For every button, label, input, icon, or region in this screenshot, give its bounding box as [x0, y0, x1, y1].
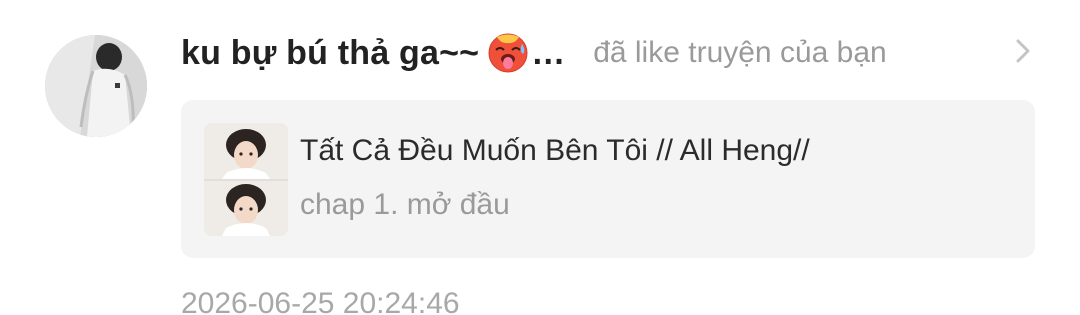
- story-card[interactable]: Tất Cả Đều Muốn Bên Tôi // All Heng// ch…: [181, 100, 1035, 258]
- username-ellipsis: …: [531, 33, 566, 72]
- username[interactable]: ku bự bú thả ga~~: [181, 34, 479, 73]
- notification-action-text: đã like truyện của bạn: [593, 36, 887, 69]
- chevron-right-icon[interactable]: [1008, 36, 1038, 66]
- hot-face-emoji-icon: [487, 32, 529, 74]
- notification-header: ku bự bú thả ga~~ … đã like truyện của b…: [181, 26, 887, 80]
- avatar-photo: [45, 35, 147, 137]
- story-cover-thumbnail: [204, 123, 288, 236]
- chapter-title: chap 1. mở đầu: [300, 188, 510, 221]
- user-avatar[interactable]: [45, 35, 147, 137]
- story-title: Tất Cả Đều Muốn Bên Tôi // All Heng//: [300, 134, 810, 167]
- notification-item[interactable]: ku bự bú thả ga~~ … đã like truyện của b…: [0, 0, 1080, 315]
- notification-timestamp: 2026-06-25 20:24:46: [181, 287, 460, 315]
